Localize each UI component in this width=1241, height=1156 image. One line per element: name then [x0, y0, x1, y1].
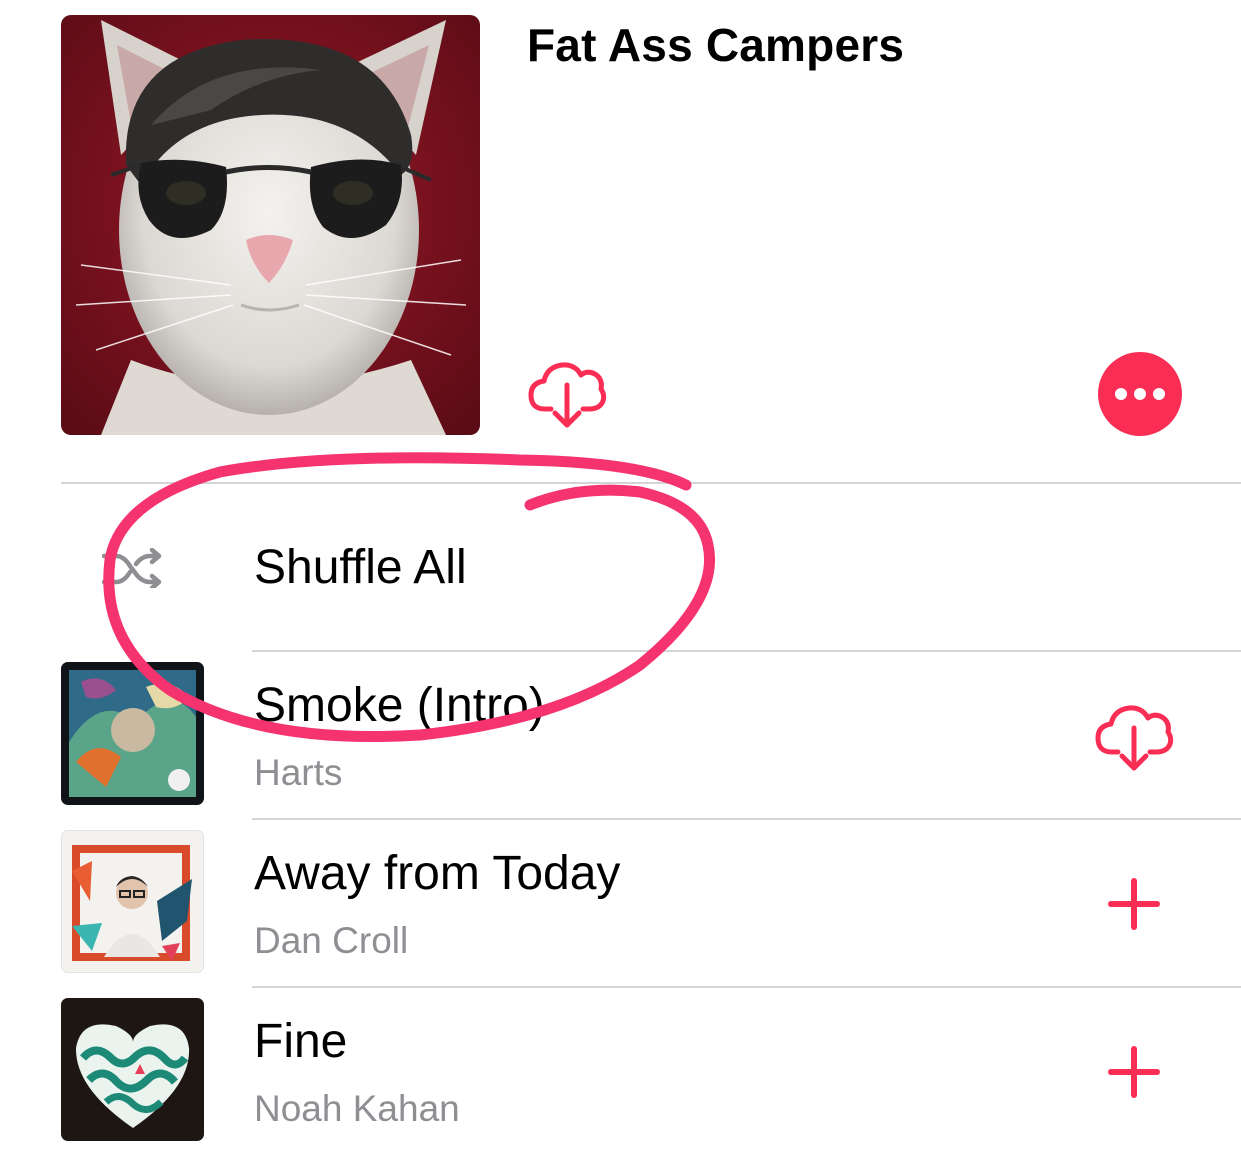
more-icon — [1112, 388, 1169, 400]
plus-icon — [1108, 1046, 1160, 1098]
add-song-button[interactable] — [1108, 1046, 1160, 1098]
cloud-download-icon — [1095, 705, 1174, 771]
shuffle-all-row[interactable] — [0, 484, 1241, 650]
song-title: Fine — [254, 1015, 348, 1068]
song-artist: Noah Kahan — [254, 1088, 460, 1129]
add-song-button[interactable] — [1108, 878, 1160, 930]
playlist-title: Fat Ass Campers — [527, 19, 905, 71]
playlist-artwork — [61, 15, 480, 435]
cloud-download-icon — [528, 362, 607, 428]
song-artist: Harts — [254, 752, 343, 793]
album-artwork — [61, 662, 204, 805]
album-artwork — [61, 830, 204, 973]
plus-icon — [1108, 878, 1160, 930]
shuffle-all-label: Shuffle All — [254, 541, 467, 594]
more-button[interactable] — [1098, 352, 1182, 436]
download-playlist-button[interactable] — [527, 357, 607, 432]
album-artwork — [61, 998, 204, 1141]
song-artist: Dan Croll — [254, 920, 409, 961]
shuffle-icon — [101, 547, 164, 591]
song-title: Smoke (Intro) — [254, 679, 545, 732]
download-song-button[interactable] — [1094, 700, 1174, 775]
song-title: Away from Today — [254, 847, 621, 900]
